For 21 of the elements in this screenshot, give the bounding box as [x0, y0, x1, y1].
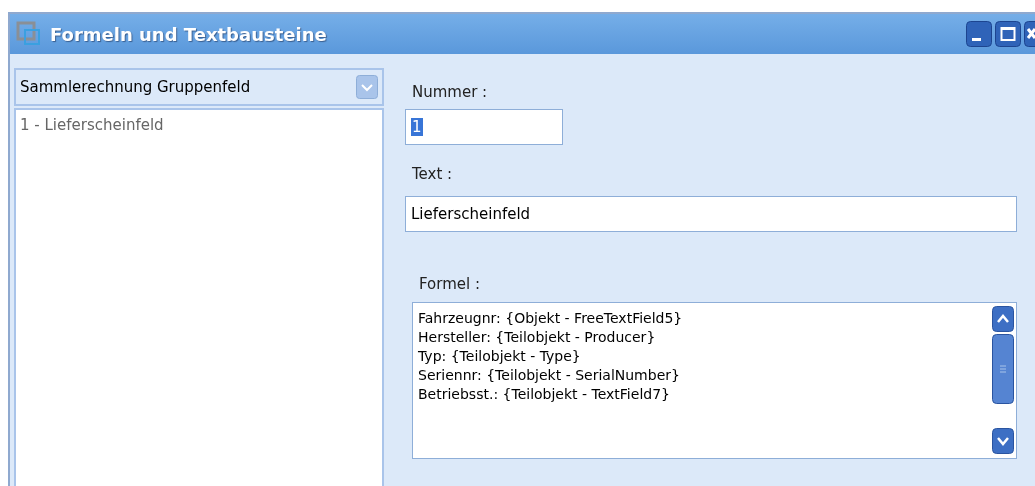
- field-label: Formel :: [419, 275, 481, 293]
- formula-line: Fahrzeugnr: {Objekt - FreeTextField5}: [418, 309, 684, 328]
- minimize-button[interactable]: [966, 21, 992, 47]
- formula-textarea[interactable]: Fahrzeugnr: {Objekt - FreeTextField5} Hersteller: {Teilobjekt - Producer} Typ: {Teilobjekt - Type} Seriennr: {Teilobjekt - SerialNumber} Betriebsst.: {Teilobjekt - TextField7}: [412, 302, 1017, 459]
- category-dropdown[interactable]: Sammlerechnung Gruppenfeld: [14, 68, 384, 106]
- scroll-down-button[interactable]: [992, 428, 1014, 454]
- close-button[interactable]: [1024, 21, 1035, 47]
- window-title: Formeln und Textbausteine: [50, 23, 327, 45]
- field-label: Nummer :: [412, 83, 489, 101]
- formula-line: Typ: {Teilobjekt - Type}: [418, 347, 582, 366]
- field-label: Text :: [412, 165, 454, 183]
- formula-line: Hersteller: {Teilobjekt - Producer}: [418, 328, 657, 347]
- formula-line: Betriebsst.: {Teilobjekt - TextField7}: [418, 385, 671, 404]
- scrollbar-thumb[interactable]: [992, 334, 1014, 404]
- maximize-button[interactable]: [995, 21, 1021, 47]
- number-field[interactable]: 1: [405, 109, 563, 145]
- list-item[interactable]: 1 - Lieferscheinfeld: [16, 110, 382, 140]
- window-icon: [16, 21, 42, 47]
- formula-line: Seriennr: {Teilobjekt - SerialNumber}: [418, 366, 681, 385]
- text-field[interactable]: Lieferscheinfeld: [405, 196, 1017, 232]
- scroll-up-button[interactable]: [992, 306, 1014, 332]
